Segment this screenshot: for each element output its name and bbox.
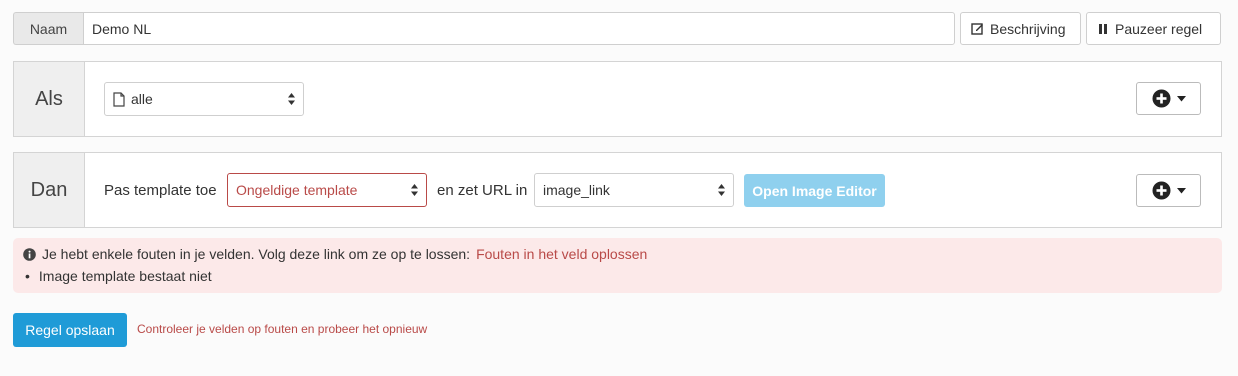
url-field-select-value: image_link [543,182,610,198]
file-icon [113,91,125,107]
plus-circle-icon [1152,89,1171,108]
condition-select[interactable]: alle [104,82,304,116]
description-button-label: Beschrijving [990,20,1066,37]
apply-template-text: Pas template toe [104,182,217,199]
sort-icon [717,183,726,200]
pause-rule-button[interactable]: Pauzeer regel [1086,12,1221,45]
if-panel: Als alle [13,61,1222,137]
add-condition-button[interactable] [1136,82,1201,115]
caret-down-icon [1176,187,1186,194]
pause-rule-button-label: Pauzeer regel [1115,20,1203,37]
save-rule-button[interactable]: Regel opslaan [13,313,127,347]
save-hint-text: Controleer je velden op fouten en probee… [137,322,428,336]
if-label: Als [14,62,85,136]
add-action-button[interactable] [1136,174,1201,207]
rule-name-group: Naam [13,12,955,45]
fix-errors-link[interactable]: Fouten in het veld oplossen [476,246,647,262]
set-url-text: en zet URL in [437,182,528,199]
condition-select-value: alle [131,91,153,107]
error-list: Image template bestaat niet [25,268,212,284]
template-select[interactable]: Ongeldige template [227,173,427,207]
url-field-select[interactable]: image_link [534,173,734,207]
info-circle-icon [23,247,36,261]
sort-icon [410,183,419,200]
template-select-value: Ongeldige template [236,182,358,198]
then-panel: Dan Pas template toe Ongeldige template … [13,152,1222,228]
error-alert: Je hebt enkele fouten in je velden. Volg… [13,238,1222,293]
plus-circle-icon [1152,181,1171,200]
error-item: Image template bestaat niet [25,268,212,284]
rule-name-label: Naam [13,12,83,45]
description-button[interactable]: Beschrijving [960,12,1081,45]
pause-icon [1097,23,1109,35]
edit-icon [971,22,984,35]
rule-name-input[interactable] [83,12,955,45]
open-image-editor-button[interactable]: Open Image Editor [744,174,885,207]
caret-down-icon [1176,95,1186,102]
alert-message: Je hebt enkele fouten in je velden. Volg… [42,246,471,262]
then-label: Dan [14,153,85,227]
sort-icon [287,92,296,109]
alert-message-line: Je hebt enkele fouten in je velden. Volg… [23,246,647,262]
